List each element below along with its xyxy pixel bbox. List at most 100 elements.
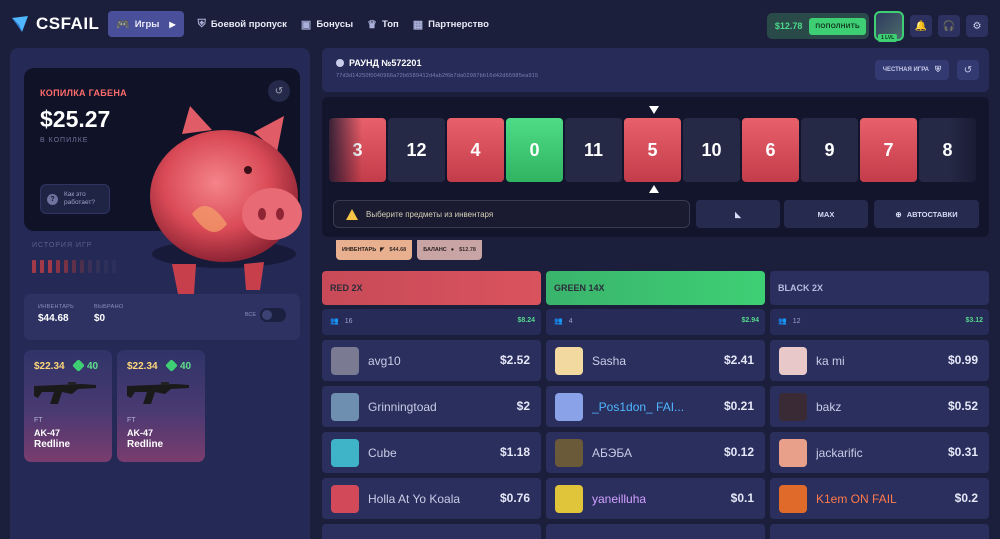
item-quality: FT: [127, 417, 136, 424]
nav-top[interactable]: ♛ Топ: [367, 11, 399, 37]
player-avatar[interactable]: [779, 347, 807, 375]
bet-amount: $2.41: [723, 353, 754, 367]
bet-column-header[interactable]: RED 2X: [322, 271, 541, 305]
support-headset-icon[interactable]: 🎧: [938, 15, 960, 37]
nav-partnership-label: Партнерство: [428, 18, 489, 30]
source-chips: ИНВЕНТАРЬ ◤ $44.68 БАЛАНС ● $12.78: [336, 240, 487, 260]
player-avatar[interactable]: [331, 393, 359, 421]
fair-game-button[interactable]: ЧЕСТНАЯ ИГРА ⛨: [874, 60, 949, 80]
player-avatar[interactable]: [331, 439, 359, 467]
player-name[interactable]: Holla At Yo Koala: [368, 492, 460, 506]
item-weapon: AK-47: [34, 428, 61, 438]
player-avatar[interactable]: [555, 393, 583, 421]
history-bar: [64, 260, 68, 273]
logo-text: CSFAIL: [36, 14, 100, 33]
settings-gear-icon[interactable]: ⚙: [966, 15, 988, 37]
bet-column-title: RED 2X: [330, 283, 363, 293]
plus-circle-icon: ⊕: [895, 209, 902, 219]
player-avatar[interactable]: [331, 347, 359, 375]
inventory-stat-label: ИНВЕНТАРЬ: [38, 304, 75, 310]
nav-bonuses[interactable]: ▣ Бонусы: [301, 11, 353, 37]
player-name[interactable]: АБЭБА: [592, 446, 632, 460]
gift-icon: ▣: [300, 18, 312, 31]
player-name[interactable]: Grinningtoad: [368, 400, 437, 414]
round-history-icon[interactable]: ↺: [957, 60, 979, 80]
inventory-chip[interactable]: ИНВЕНТАРЬ ◤ $44.68: [336, 240, 413, 260]
nav-games-label: Игры: [134, 18, 160, 30]
bet-column-header[interactable]: GREEN 14X: [546, 271, 765, 305]
player-name[interactable]: K1em ON FAIL: [816, 492, 897, 506]
logo[interactable]: CSFAIL: [10, 14, 105, 34]
players-count: 👥 16: [330, 317, 353, 326]
player-name[interactable]: yaneilluha: [592, 492, 646, 506]
bet-amount: $0.12: [723, 445, 754, 459]
clear-bet-button[interactable]: ◣: [696, 200, 780, 228]
player-avatar[interactable]: [555, 347, 583, 375]
round-info: РАУНД №572201 77d3d14250f0040966a72b6589…: [322, 48, 989, 92]
history-bar: [112, 260, 116, 273]
bet-column-total: $2.94: [741, 317, 759, 324]
how-it-works-button[interactable]: ? Как это работает?: [40, 184, 110, 214]
select-all-label: ВСЕ: [244, 312, 256, 318]
item-skin: Redline: [34, 439, 71, 450]
history-bar: [56, 260, 60, 273]
select-all-toggle[interactable]: [260, 308, 286, 322]
player-name[interactable]: Cube: [368, 446, 397, 460]
roulette-fade-right: [949, 97, 989, 197]
bet-column-header[interactable]: BLACK 2X: [770, 271, 989, 305]
round-title-text: РАУНД №572201: [349, 58, 422, 68]
shield-check-icon: ⛨: [935, 65, 941, 74]
item-quality: FT: [34, 417, 43, 424]
bet-items-field[interactable]: Выберите предметы из инвентаря: [333, 200, 690, 228]
balance-chip[interactable]: БАЛАНС ● $12.78: [417, 240, 482, 260]
player-name[interactable]: jackarific: [816, 446, 863, 460]
nav-games[interactable]: 🎮 Игры ▶: [108, 11, 184, 37]
balance-chip-value: $12.78: [459, 247, 476, 253]
notifications-bell-icon[interactable]: 🔔: [910, 15, 932, 37]
player-avatar[interactable]: [779, 485, 807, 513]
player-avatar[interactable]: [779, 393, 807, 421]
player-name[interactable]: avg10: [368, 354, 401, 368]
player-avatar[interactable]: [555, 439, 583, 467]
history-bar: [40, 260, 44, 273]
nav-partnership[interactable]: ▦ Партнерство: [413, 11, 489, 37]
player-avatar[interactable]: [779, 439, 807, 467]
bet-amount: $2.52: [499, 353, 530, 367]
shield-icon: ⛨: [197, 17, 206, 30]
player-avatar[interactable]: [331, 485, 359, 513]
gamepad-icon: 🎮: [116, 18, 130, 31]
nav-battlepass[interactable]: ⛨ Боевой пропуск: [198, 11, 287, 37]
balance-chip-label: БАЛАНС: [423, 247, 447, 253]
inventory-item-card[interactable]: $22.34 40 FT AK-47 Redline: [117, 350, 205, 462]
roulette-tile-red: 7: [860, 118, 917, 182]
bet-amount: $2: [516, 399, 530, 413]
nav-top-label: Топ: [382, 18, 399, 30]
users-icon: 👥: [330, 318, 339, 325]
player-name[interactable]: ka mi: [816, 354, 845, 368]
max-button[interactable]: MAX: [784, 200, 868, 228]
partners-icon: ▦: [412, 18, 424, 31]
roulette-pointer-top: [649, 106, 659, 114]
question-icon: ?: [47, 193, 58, 205]
player-name[interactable]: _Pos1don_ FAI...: [592, 400, 684, 414]
bet-row: [770, 524, 989, 539]
player-avatar[interactable]: [555, 485, 583, 513]
roulette-panel: 31240115106978 Выберите предметы из инве…: [322, 97, 989, 237]
roulette-tile-black: 10: [683, 118, 740, 182]
inventory-item-card[interactable]: $22.34 40 FT AK-47 Redline: [24, 350, 112, 462]
player-name[interactable]: Sasha: [592, 354, 626, 368]
user-avatar[interactable]: 1 LVL: [874, 11, 904, 42]
bet-amount: $0.99: [947, 353, 978, 367]
roulette-tile-red: 5: [624, 118, 681, 182]
piggy-bank-image: [150, 106, 302, 294]
piggy-history-icon[interactable]: ↺: [268, 80, 290, 102]
piggy-bank-card: КОПИЛКА ГАБЕНА $25.27 В КОПИЛКЕ ? Как эт…: [24, 68, 302, 294]
deposit-button[interactable]: ПОПОЛНИТЬ: [809, 17, 866, 35]
player-name[interactable]: bakz: [816, 400, 841, 414]
autobet-button[interactable]: ⊕ АВТОСТАВКИ: [874, 200, 979, 228]
item-points: 40: [180, 361, 192, 372]
players-count: 👥 4: [554, 317, 573, 326]
piggy-subtitle: В КОПИЛКЕ: [40, 137, 89, 144]
warning-icon: [346, 208, 358, 220]
item-points: 40: [87, 361, 99, 372]
